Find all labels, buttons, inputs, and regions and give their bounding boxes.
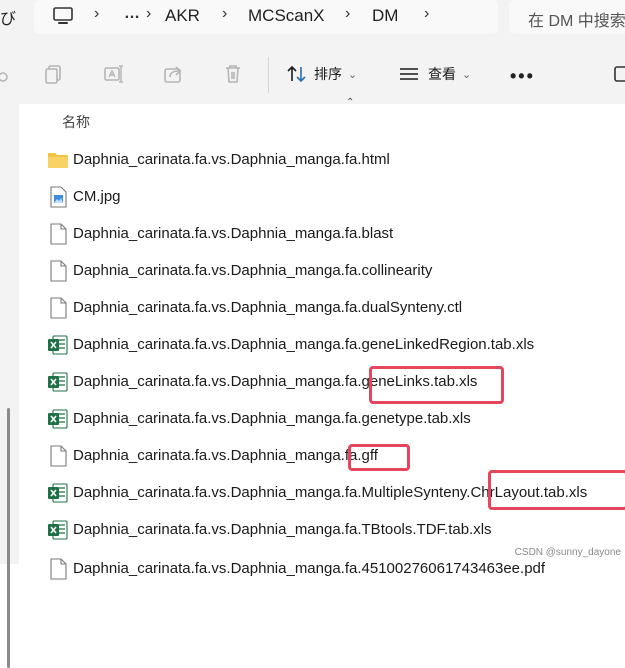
chevron-right-icon[interactable]: › xyxy=(222,5,227,23)
folder-icon xyxy=(48,153,68,168)
chevron-right-icon[interactable]: › xyxy=(345,5,350,23)
breadcrumb-item-mcscanx[interactable]: MCScanX xyxy=(248,6,325,26)
breadcrumb[interactable]: › … › AKR › MCScanX › DM › xyxy=(34,0,498,34)
file-icon xyxy=(50,445,67,467)
file-icon xyxy=(50,558,67,580)
chevron-down-icon: ⌄ xyxy=(462,68,472,81)
file-icon xyxy=(50,260,67,282)
view-icon xyxy=(400,68,418,80)
window-title-fragment: び xyxy=(0,11,17,28)
scrollbar-thumb[interactable] xyxy=(7,408,10,668)
copy-icon[interactable] xyxy=(43,63,65,85)
file-icon xyxy=(50,223,67,245)
file-name: CM.jpg xyxy=(73,188,121,205)
sort-icon xyxy=(287,65,306,83)
list-item[interactable]: Daphnia_carinata.fa.vs.Daphnia_manga.fa.… xyxy=(19,515,625,545)
list-item[interactable]: Daphnia_carinata.fa.vs.Daphnia_manga.fa.… xyxy=(19,219,625,249)
chevron-right-icon[interactable]: › xyxy=(94,5,99,23)
highlight-box xyxy=(488,470,625,510)
file-list: ⌃ 名称 Daphnia_carinata.fa.vs.Daphnia_mang… xyxy=(19,97,625,580)
chevron-right-icon[interactable]: › xyxy=(424,5,429,23)
excel-file-icon xyxy=(48,372,68,392)
view-button[interactable]: 查看 ⌄ xyxy=(398,63,471,85)
file-name: Daphnia_carinata.fa.vs.Daphnia_manga.fa.… xyxy=(73,521,492,538)
file-name: Daphnia_carinata.fa.vs.Daphnia_manga.fa.… xyxy=(73,447,378,464)
navigation-pane xyxy=(0,104,19,668)
list-item[interactable]: CM.jpg xyxy=(19,182,625,212)
chevron-down-icon: ⌄ xyxy=(348,68,358,81)
cut-icon[interactable] xyxy=(0,63,10,85)
list-item[interactable]: Daphnia_carinata.fa.vs.Daphnia_manga.fa.… xyxy=(19,441,625,471)
list-item[interactable]: Daphnia_carinata.fa.vs.Daphnia_manga.fa.… xyxy=(19,256,625,286)
sort-ascending-icon: ⌃ xyxy=(346,97,355,108)
file-name: Daphnia_carinata.fa.vs.Daphnia_manga.fa.… xyxy=(73,225,394,242)
view-label: 查看 xyxy=(428,66,456,82)
search-input[interactable]: 在 DM 中搜索 xyxy=(509,0,625,34)
file-icon xyxy=(50,297,67,319)
details-pane-icon[interactable] xyxy=(612,63,625,85)
more-options-icon[interactable]: ••• xyxy=(510,66,535,87)
breadcrumb-item-dm[interactable]: DM xyxy=(372,6,398,26)
list-item[interactable]: Daphnia_carinata.fa.vs.Daphnia_manga.fa.… xyxy=(19,367,625,397)
image-file-icon xyxy=(50,186,67,208)
chevron-right-icon[interactable]: › xyxy=(146,5,151,23)
file-name: Daphnia_carinata.fa.vs.Daphnia_manga.fa.… xyxy=(73,410,471,427)
file-name: Daphnia_carinata.fa.vs.Daphnia_manga.fa.… xyxy=(73,299,463,316)
excel-file-icon xyxy=(48,409,68,429)
highlight-box xyxy=(369,366,504,404)
file-name: Daphnia_carinata.fa.vs.Daphnia_manga.fa.… xyxy=(73,151,390,168)
file-name: Daphnia_carinata.fa.vs.Daphnia_manga.fa.… xyxy=(73,560,546,577)
search-placeholder: 在 DM 中搜索 xyxy=(528,13,625,30)
address-bar: び › … › AKR › MCScanX › DM › 在 DM 中搜索 xyxy=(0,0,625,35)
file-name: Daphnia_carinata.fa.vs.Daphnia_manga.fa.… xyxy=(73,262,433,279)
list-item[interactable]: Daphnia_carinata.fa.vs.Daphnia_manga.fa.… xyxy=(19,404,625,434)
sort-button[interactable]: 排序 ⌄ xyxy=(286,63,357,85)
list-item[interactable]: Daphnia_carinata.fa.vs.Daphnia_manga.fa.… xyxy=(19,330,625,360)
excel-file-icon xyxy=(48,520,68,540)
column-header-name[interactable]: 名称 xyxy=(62,112,90,132)
rename-icon[interactable] xyxy=(103,63,125,85)
list-item[interactable]: Daphnia_carinata.fa.vs.Daphnia_manga.fa.… xyxy=(19,145,625,175)
command-bar: 排序 ⌄ 查看 ⌄ ••• xyxy=(0,35,625,104)
more-path-icon[interactable]: … xyxy=(124,5,141,23)
list-item[interactable]: Daphnia_carinata.fa.vs.Daphnia_manga.fa.… xyxy=(19,293,625,323)
highlight-box xyxy=(348,444,410,471)
breadcrumb-item-akr[interactable]: AKR xyxy=(165,6,200,26)
share-icon[interactable] xyxy=(162,63,184,85)
delete-icon[interactable] xyxy=(222,63,244,85)
sort-label: 排序 xyxy=(314,66,342,82)
watermark: CSDN @sunny_dayone xyxy=(514,547,621,558)
file-name: Daphnia_carinata.fa.vs.Daphnia_manga.fa.… xyxy=(73,336,535,353)
toolbar-divider xyxy=(268,57,269,93)
excel-file-icon xyxy=(48,335,68,355)
excel-file-icon xyxy=(48,483,68,503)
list-item[interactable]: Daphnia_carinata.fa.vs.Daphnia_manga.fa.… xyxy=(19,554,625,584)
this-pc-icon[interactable] xyxy=(52,6,74,26)
